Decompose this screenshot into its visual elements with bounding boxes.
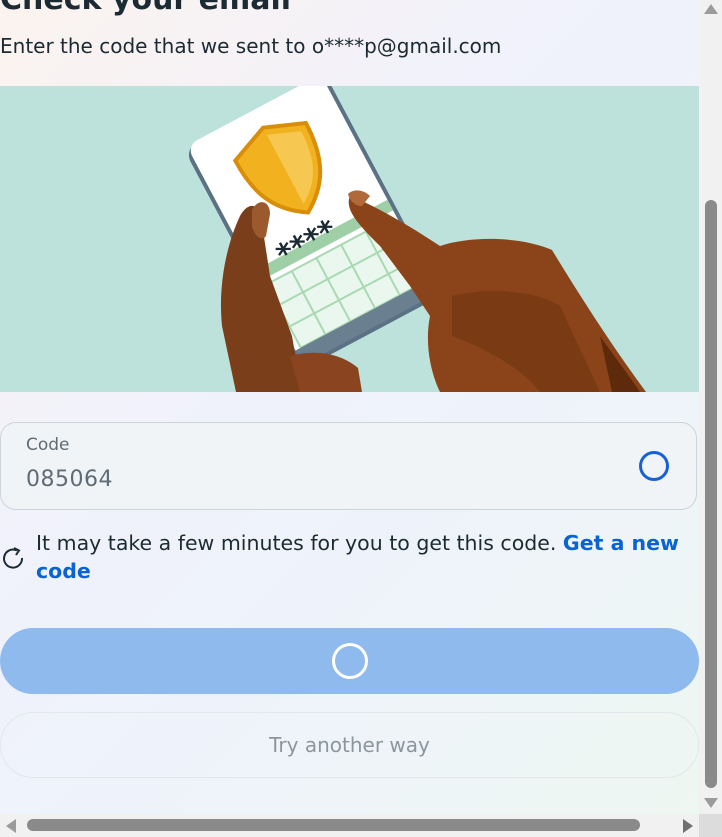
horizontal-scrollbar[interactable] — [0, 814, 699, 837]
scroll-left-icon[interactable] — [6, 819, 16, 833]
vertical-scroll-thumb[interactable] — [705, 200, 717, 788]
scrollbar-corner — [699, 814, 722, 837]
loading-spinner-icon — [639, 451, 669, 481]
scroll-up-icon[interactable] — [704, 4, 718, 14]
vertical-scrollbar[interactable] — [699, 0, 722, 814]
refresh-icon — [3, 547, 24, 569]
verification-page: Check your email Enter the code that we … — [0, 0, 699, 814]
phone-shield-illustration: **** — [0, 86, 699, 392]
try-another-way-button[interactable]: Try another way — [0, 712, 699, 778]
continue-button[interactable] — [0, 628, 699, 694]
resend-hint: It may take a few minutes for you to get… — [36, 529, 696, 585]
page-subtitle: Enter the code that we sent to o****p@gm… — [0, 34, 502, 58]
code-field-label: Code — [26, 435, 70, 455]
scroll-right-icon[interactable] — [683, 819, 693, 833]
horizontal-scroll-thumb[interactable] — [27, 819, 640, 831]
resend-hint-text: It may take a few minutes for you to get… — [36, 531, 563, 555]
page-title: Check your email — [0, 0, 291, 17]
code-input[interactable]: Code 085064 — [0, 422, 697, 510]
loading-spinner-icon — [332, 643, 368, 679]
scroll-down-icon[interactable] — [704, 798, 718, 808]
code-field-value[interactable]: 085064 — [26, 467, 113, 492]
